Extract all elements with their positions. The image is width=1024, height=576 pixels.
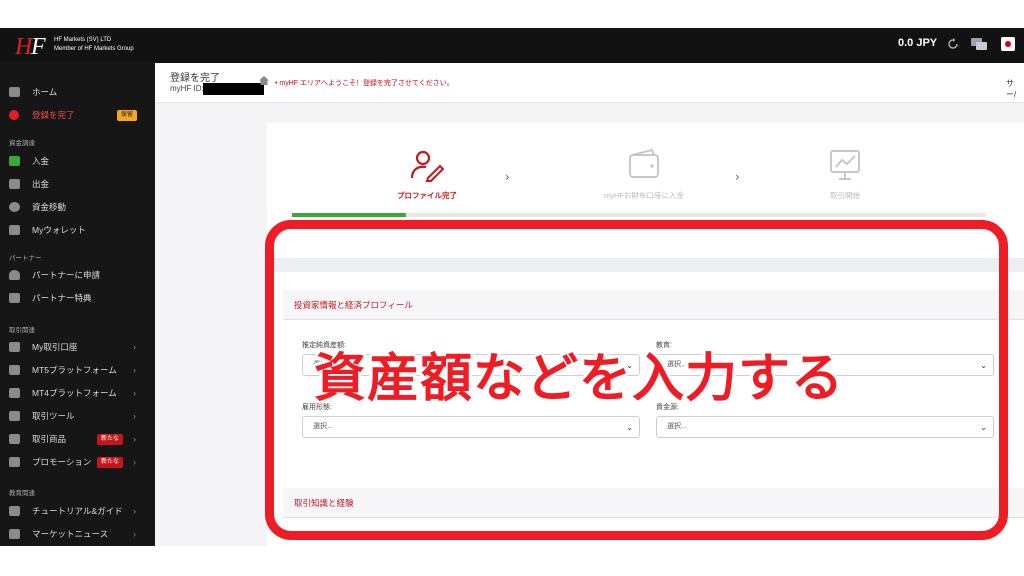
chevron-right-icon: ›: [133, 506, 136, 516]
chevron-right-icon: ›: [133, 434, 136, 444]
japan-flag-icon[interactable]: [1001, 37, 1015, 51]
grid-icon: [9, 342, 20, 352]
sidebar-item-trading-tools[interactable]: 取引ツール ›: [0, 407, 155, 425]
new-badge: 新たな: [97, 456, 124, 468]
sidebar-item-my-accounts[interactable]: My取引口座 ›: [0, 338, 155, 356]
sidebar-item-label: プロモーション: [32, 457, 92, 467]
sidebar-item-complete-registration[interactable]: 登録を完了 保留: [0, 106, 155, 124]
step-label: myHFお財布口座に入金: [604, 191, 684, 200]
annotation-text: 資産額などを入力する: [314, 349, 845, 409]
home-icon[interactable]: [259, 76, 269, 85]
chevron-right-icon: ›: [133, 529, 136, 539]
transfer-icon: [9, 202, 20, 212]
step-profile-complete[interactable]: プロファイル完了: [382, 148, 472, 201]
sidebar-item-label: 取引商品: [32, 434, 67, 444]
chevron-right-icon: ›: [133, 411, 136, 421]
chevron-right-icon: ›: [133, 342, 136, 352]
layers-icon: [9, 506, 20, 516]
list-icon: [9, 293, 20, 303]
top-bar: H F HF Markets (SV) LTD Member of HF Mar…: [0, 28, 1024, 63]
sidebar-item-label: 出金: [32, 179, 50, 189]
sidebar-item-label: MT5プラットフォーム: [32, 365, 117, 375]
step-label: 取引開始: [830, 191, 860, 200]
sidebar-item-my-wallet[interactable]: Myウォレット: [0, 221, 155, 239]
sidebar-item-label: 取引ツール: [32, 411, 75, 421]
hf-logo[interactable]: H F: [14, 32, 48, 58]
chevron-right-icon: ›: [735, 170, 740, 184]
sidebar-item-label: Myウォレット: [32, 225, 86, 235]
redacted-id: [203, 83, 264, 95]
svg-text:F: F: [30, 34, 46, 57]
user-icon: [9, 270, 20, 280]
sidebar-item-label: 資金移動: [32, 202, 67, 212]
settings-icon: [9, 110, 19, 120]
breadcrumb: • myHF エリアへようこそ！登録を完了させてください。: [275, 80, 454, 87]
account-balance: 0.0 JPY: [898, 37, 938, 49]
sidebar-item-label: チュートリアル&ガイド: [32, 506, 123, 516]
sidebar-item-transfer[interactable]: 資金移動: [0, 198, 155, 216]
wallet-icon: [9, 225, 20, 235]
section-partner: パートナー: [9, 255, 42, 262]
progress-bar-completed: [292, 213, 406, 217]
home-icon: [9, 87, 20, 97]
chevron-right-icon: ›: [133, 365, 136, 375]
products-icon: [9, 434, 20, 444]
sidebar-item-promotions[interactable]: プロモーション 新たな ›: [0, 453, 155, 471]
step-start-trading[interactable]: 取引開始: [800, 148, 890, 201]
sidebar-item-label: 登録を完了: [32, 110, 75, 120]
section-trading: 取引関連: [9, 327, 35, 334]
sidebar: ホーム 登録を完了 保留 資金調達 入金 出金 資金移動 Myウォレット パート…: [0, 63, 155, 546]
sidebar-item-label: ホーム: [32, 87, 58, 97]
sidebar-item-mt4[interactable]: MT4プラットフォーム ›: [0, 384, 155, 402]
top-margin: [0, 0, 1024, 28]
withdraw-icon: [9, 179, 20, 189]
sidebar-item-label: MT4プラットフォーム: [32, 388, 117, 398]
sidebar-item-home[interactable]: ホーム: [0, 83, 155, 101]
sidebar-item-tutorials[interactable]: チュートリアル&ガイド ›: [0, 502, 155, 520]
chart-icon: [9, 365, 20, 375]
myhf-id-label: myHF ID:: [170, 84, 204, 93]
step-label: プロファイル完了: [397, 191, 457, 200]
profile-edit-icon: [410, 150, 445, 182]
bottom-margin: [0, 546, 1024, 576]
step-deposit-wallet[interactable]: myHFお財布口座に入金: [584, 148, 704, 201]
company-line-2: Member of HF Markets Group: [54, 46, 134, 52]
gift-icon: [9, 457, 20, 467]
chevron-right-icon: ›: [133, 388, 136, 398]
sidebar-item-label: My取引口座: [32, 342, 78, 352]
page-title: 登録を完了: [170, 73, 220, 84]
sidebar-item-label: パートナーに申請: [32, 270, 101, 280]
support-link[interactable]: サー/: [1006, 78, 1024, 100]
sidebar-item-market-news[interactable]: マーケットニュース ›: [0, 525, 155, 543]
sidebar-item-partner-benefits[interactable]: パートナー特典: [0, 289, 155, 307]
pending-badge: 保留: [117, 109, 138, 121]
sidebar-item-deposit[interactable]: 入金: [0, 152, 155, 170]
section-funding: 資金調達: [9, 140, 35, 147]
sidebar-item-label: マーケットニュース: [32, 529, 109, 539]
sidebar-item-label: 入金: [32, 156, 50, 166]
sidebar-item-mt5[interactable]: MT5プラットフォーム ›: [0, 361, 155, 379]
sidebar-item-apply-partner[interactable]: パートナーに申請: [0, 266, 155, 284]
news-icon: [9, 529, 20, 539]
company-name: HF Markets (SV) LTD Member of HF Markets…: [54, 36, 134, 54]
sidebar-item-withdraw[interactable]: 出金: [0, 175, 155, 193]
chat-icon[interactable]: [971, 38, 987, 51]
chevron-right-icon: ›: [505, 170, 510, 184]
new-badge: 新たな: [97, 433, 124, 445]
wallet-icon: [629, 148, 659, 178]
page-header: 登録を完了 myHF ID: • myHF エリアへようこそ！登録を完了させてく…: [155, 63, 1024, 103]
deposit-icon: [9, 156, 20, 166]
tools-icon: [9, 411, 20, 421]
refresh-icon[interactable]: [947, 38, 959, 50]
progress-bar-remaining: [406, 213, 986, 217]
sidebar-item-products[interactable]: 取引商品 新たな ›: [0, 430, 155, 448]
section-education: 教育関連: [9, 490, 35, 497]
sidebar-item-label: パートナー特典: [32, 293, 92, 303]
chart-icon: [9, 388, 20, 398]
chart-monitor-icon: [830, 150, 860, 180]
company-line-1: HF Markets (SV) LTD: [54, 37, 112, 43]
chevron-right-icon: ›: [133, 457, 136, 467]
